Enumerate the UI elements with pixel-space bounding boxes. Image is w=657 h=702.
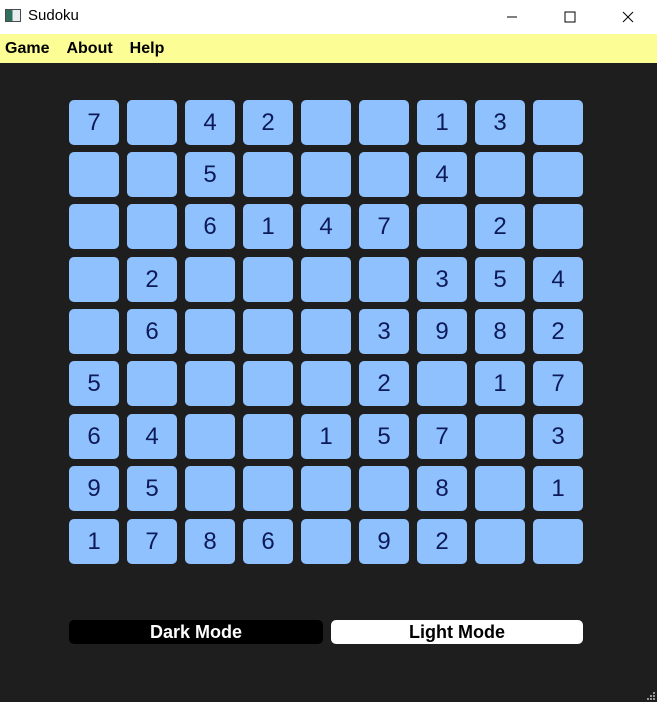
sudoku-cell[interactable]: 7 (127, 519, 177, 564)
sudoku-cell[interactable]: 8 (185, 519, 235, 564)
sudoku-cell[interactable]: 2 (359, 361, 409, 406)
sudoku-cell[interactable] (359, 257, 409, 302)
sudoku-cell[interactable] (185, 309, 235, 354)
sudoku-cell[interactable]: 6 (127, 309, 177, 354)
sudoku-cell[interactable] (69, 257, 119, 302)
sudoku-cell[interactable] (127, 361, 177, 406)
menu-bar: Game About Help (0, 34, 657, 63)
sudoku-cell[interactable] (127, 152, 177, 197)
sudoku-cell[interactable] (243, 257, 293, 302)
sudoku-cell[interactable]: 7 (533, 361, 583, 406)
sudoku-cell[interactable] (243, 361, 293, 406)
sudoku-cell[interactable] (359, 100, 409, 145)
sudoku-cell[interactable] (301, 519, 351, 564)
sudoku-cell[interactable] (127, 100, 177, 145)
sudoku-cell[interactable]: 3 (475, 100, 525, 145)
sudoku-cell[interactable] (127, 204, 177, 249)
sudoku-board: 7421354614722354639825217641573958117869… (69, 100, 583, 564)
sudoku-cell[interactable]: 8 (475, 309, 525, 354)
sudoku-cell[interactable] (69, 204, 119, 249)
sudoku-cell[interactable] (243, 152, 293, 197)
sudoku-cell[interactable]: 5 (127, 466, 177, 511)
sudoku-cell[interactable]: 1 (417, 100, 467, 145)
sudoku-cell[interactable] (475, 466, 525, 511)
sudoku-cell[interactable] (359, 466, 409, 511)
minimize-icon (507, 16, 517, 18)
sudoku-cell[interactable]: 1 (243, 204, 293, 249)
sudoku-cell[interactable]: 5 (475, 257, 525, 302)
sudoku-cell[interactable] (301, 100, 351, 145)
sudoku-cell[interactable]: 6 (185, 204, 235, 249)
title-bar: Sudoku (0, 0, 657, 34)
sudoku-cell[interactable] (69, 152, 119, 197)
sudoku-cell[interactable]: 8 (417, 466, 467, 511)
menu-help[interactable]: Help (125, 40, 170, 58)
sudoku-cell[interactable] (243, 309, 293, 354)
sudoku-cell[interactable]: 2 (243, 100, 293, 145)
sudoku-cell[interactable] (359, 152, 409, 197)
sudoku-cell[interactable]: 2 (127, 257, 177, 302)
maximize-button[interactable] (541, 0, 599, 34)
sudoku-cell[interactable]: 4 (417, 152, 467, 197)
sudoku-cell[interactable]: 2 (533, 309, 583, 354)
sudoku-cell[interactable] (185, 361, 235, 406)
sudoku-cell[interactable]: 1 (301, 414, 351, 459)
sudoku-cell[interactable] (301, 152, 351, 197)
sudoku-cell[interactable] (533, 152, 583, 197)
light-mode-button[interactable]: Light Mode (331, 620, 583, 644)
sudoku-cell[interactable] (301, 361, 351, 406)
sudoku-cell[interactable] (301, 257, 351, 302)
sudoku-cell[interactable]: 5 (185, 152, 235, 197)
sudoku-cell[interactable] (533, 519, 583, 564)
close-button[interactable] (599, 0, 657, 34)
sudoku-cell[interactable]: 1 (69, 519, 119, 564)
sudoku-cell[interactable]: 4 (185, 100, 235, 145)
sudoku-window: Sudoku Game About Help 74213546147223546… (0, 0, 657, 702)
minimize-button[interactable] (483, 0, 541, 34)
sudoku-cell[interactable]: 6 (243, 519, 293, 564)
app-window-icon (5, 9, 21, 22)
sudoku-cell[interactable]: 3 (359, 309, 409, 354)
menu-game[interactable]: Game (0, 40, 54, 58)
sudoku-cell[interactable] (185, 466, 235, 511)
sudoku-cell[interactable] (185, 414, 235, 459)
sudoku-cell[interactable]: 9 (69, 466, 119, 511)
sudoku-cell[interactable] (301, 309, 351, 354)
sudoku-cell[interactable]: 5 (69, 361, 119, 406)
sudoku-cell[interactable]: 7 (69, 100, 119, 145)
sudoku-cell[interactable]: 3 (417, 257, 467, 302)
sudoku-cell[interactable]: 1 (533, 466, 583, 511)
resize-grip-icon[interactable] (647, 692, 655, 700)
sudoku-cell[interactable]: 9 (359, 519, 409, 564)
sudoku-cell[interactable] (475, 152, 525, 197)
sudoku-cell[interactable]: 5 (359, 414, 409, 459)
window-title: Sudoku (28, 7, 79, 24)
sudoku-cell[interactable] (417, 204, 467, 249)
close-icon (622, 11, 634, 23)
sudoku-cell[interactable]: 3 (533, 414, 583, 459)
sudoku-cell[interactable] (475, 414, 525, 459)
sudoku-cell[interactable] (475, 519, 525, 564)
dark-mode-button[interactable]: Dark Mode (69, 620, 323, 644)
sudoku-cell[interactable] (243, 466, 293, 511)
sudoku-cell[interactable] (417, 361, 467, 406)
sudoku-cell[interactable]: 2 (475, 204, 525, 249)
sudoku-cell[interactable] (301, 466, 351, 511)
maximize-icon (564, 11, 576, 23)
sudoku-cell[interactable]: 6 (69, 414, 119, 459)
sudoku-cell[interactable]: 4 (533, 257, 583, 302)
sudoku-cell[interactable]: 2 (417, 519, 467, 564)
sudoku-cell[interactable] (69, 309, 119, 354)
sudoku-cell[interactable]: 7 (417, 414, 467, 459)
menu-about[interactable]: About (61, 40, 117, 58)
sudoku-cell[interactable]: 1 (475, 361, 525, 406)
sudoku-cell[interactable]: 9 (417, 309, 467, 354)
sudoku-cell[interactable] (533, 100, 583, 145)
sudoku-cell[interactable] (533, 204, 583, 249)
sudoku-cell[interactable]: 4 (301, 204, 351, 249)
sudoku-cell[interactable] (243, 414, 293, 459)
sudoku-cell[interactable]: 7 (359, 204, 409, 249)
sudoku-cell[interactable] (185, 257, 235, 302)
sudoku-cell[interactable]: 4 (127, 414, 177, 459)
